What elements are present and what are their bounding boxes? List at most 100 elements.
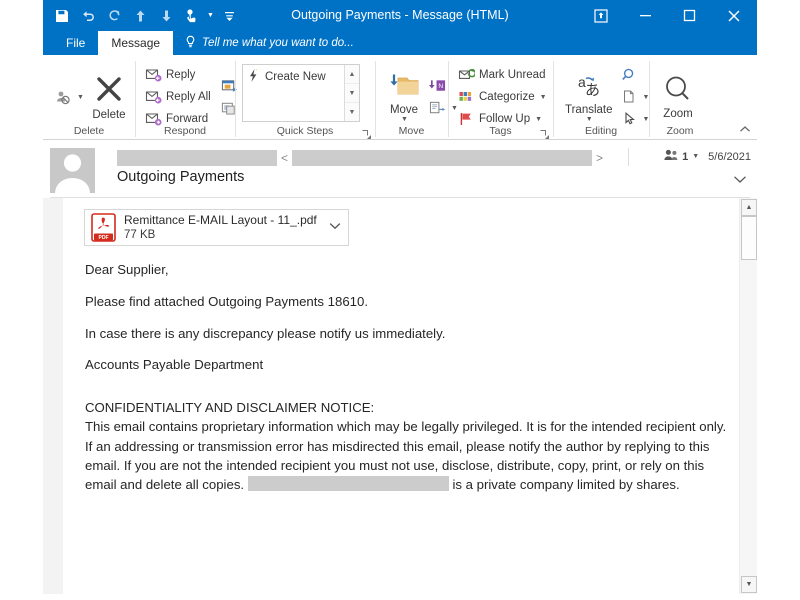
message-body: PDF Remittance E-MAIL Layout - 11_.pdf 7… [63,198,737,594]
ribbon-group-quick-steps: Create New ▲ ▼ ▼ Quick Steps [235,55,375,139]
select-button[interactable]: ▼ [618,87,653,108]
translate-button[interactable]: a あ Translate ▼ [560,70,618,125]
ignore-icon [55,89,72,106]
ribbon-group-label-delete: Delete [73,125,105,137]
undo-icon[interactable] [75,3,101,29]
reading-pane-left-gutter [43,198,63,594]
scrollbar-thumb[interactable] [741,216,757,260]
zoom-label: Zoom [663,108,693,120]
follow-up-chevron-down-icon[interactable]: ▼ [535,116,542,123]
zoom-button[interactable]: Zoom [656,72,700,122]
ribbon-group-label-respond: Respond [163,125,207,137]
move-chevron-down-icon[interactable]: ▼ [401,116,408,123]
reading-pane-scrollbar[interactable]: ▲ ▼ [739,198,757,594]
minimize-button[interactable] [623,0,667,31]
reply-all-label: Reply All [166,91,211,103]
message-header: < > 1 ▼ 5/6/2021 Outgoing Payments [43,140,757,198]
lightbulb-icon [185,35,196,51]
move-button[interactable]: Move ▼ [382,70,426,125]
tab-file[interactable]: File [53,31,98,55]
mark-unread-icon [458,67,475,84]
disclaimer-block: CONFIDENTIALITY AND DISCLAIMER NOTICE: T… [85,398,729,494]
collapse-ribbon-button[interactable] [739,124,751,139]
expand-header-chevron-down-icon[interactable] [733,173,747,187]
mark-unread-button[interactable]: Mark Unread [455,65,550,86]
delete-button[interactable]: Delete [87,71,131,123]
angle-bracket-open: < [281,150,289,165]
message-date: 5/6/2021 [708,150,751,163]
reading-pane: PDF Remittance E-MAIL Layout - 11_.pdf 7… [43,198,757,594]
maximize-button[interactable] [667,0,711,31]
save-icon[interactable] [49,3,75,29]
quick-step-create-new[interactable]: Create New [247,68,340,86]
translate-label: Translate [565,103,613,116]
tell-me-search[interactable]: Tell me what you want to do... [173,31,366,55]
redo-icon[interactable] [101,3,127,29]
reply-all-icon [145,89,162,106]
recipient-chevron-down-icon[interactable]: ▼ [692,153,699,160]
disclaimer-body: This email contains proprietary informat… [85,417,729,494]
touch-mouse-mode-icon[interactable] [179,3,205,29]
title-bar: ▼ Outgoing Payments - Message (HTML) [43,0,757,31]
email-body-text: Dear Supplier, Please find attached Outg… [85,261,729,494]
outlook-message-window: ▼ Outgoing Payments - Message (HTML) Fil… [43,0,757,596]
zoom-magnifier-icon [661,74,695,107]
previous-item-icon[interactable] [127,3,153,29]
body-line-1: Please find attached Outgoing Payments 1… [85,293,368,309]
reply-button[interactable]: Reply [142,65,214,86]
ribbon: ▼ Delete Delete Reply Reply All Forward … [43,55,757,139]
window-controls [579,0,757,31]
translate-chevron-down-icon[interactable]: ▼ [586,116,593,123]
tags-dialog-launcher-icon[interactable] [539,127,550,139]
ribbon-group-label-editing: Editing [584,125,618,137]
document-select-icon [621,89,638,106]
scroll-up-arrow-icon[interactable]: ▲ [741,199,757,216]
tab-message[interactable]: Message [98,31,174,55]
ribbon-group-respond: Reply Reply All Forward Respond [135,55,250,139]
header-meta: 1 ▼ 5/6/2021 [664,149,751,164]
body-signature: Accounts Payable Department [85,357,264,373]
next-item-icon[interactable] [153,3,179,29]
categorize-button[interactable]: Categorize ▼ [455,87,550,108]
ribbon-group-tags: Mark Unread Categorize ▼ Follow Up ▼ Tag… [448,55,553,139]
ignore-button[interactable]: ▼ [52,87,87,108]
quick-step-create-new-label: Create New [265,71,326,83]
ribbon-group-label-zoom: Zoom [666,125,694,137]
scroll-down-arrow-icon[interactable]: ▼ [741,576,757,593]
quick-steps-scroll-down-icon[interactable]: ▼ [345,83,359,102]
find-magnifier-icon [621,67,638,84]
quick-steps-scrollbar[interactable]: ▲ ▼ ▼ [344,65,359,121]
body-line-2: In case there is any discrepancy please … [85,325,446,341]
quick-steps-gallery[interactable]: Create New ▲ ▼ ▼ [242,64,360,122]
attachment-item[interactable]: PDF Remittance E-MAIL Layout - 11_.pdf 7… [84,209,349,246]
onenote-icon: N [429,78,446,95]
angle-bracket-close: > [596,150,604,165]
recipient-count: 1 [682,150,689,163]
quick-steps-dialog-launcher-icon[interactable] [361,127,372,139]
find-button[interactable] [618,65,653,86]
reply-all-button[interactable]: Reply All [142,87,214,108]
touch-mode-chevron-down-icon[interactable]: ▼ [205,3,216,29]
move-folder-icon [387,72,421,103]
ignore-chevron-down-icon[interactable]: ▼ [77,94,84,101]
ribbon-group-editing: a あ Translate ▼ ▼ ▼ Editing [553,55,649,139]
quick-steps-scroll-up-icon[interactable]: ▲ [345,65,359,83]
attachment-name: Remittance E-MAIL Layout - 11_.pdf [124,212,317,227]
avatar[interactable] [50,148,95,193]
customize-quick-access-toolbar-icon[interactable] [216,3,242,29]
company-name-redacted [247,475,449,491]
svg-text:あ: あ [585,81,600,99]
recipient-count-button[interactable]: 1 ▼ [664,149,699,164]
move-label: Move [389,103,419,116]
ribbon-group-move: Move ▼ N ▼ Move [375,55,458,139]
attachment-chevron-down-icon[interactable] [329,222,341,233]
attachment-size: 77 KB [124,228,156,241]
close-button[interactable] [711,0,757,31]
categorize-label: Categorize [479,91,535,103]
people-icon [664,149,679,164]
categorize-chevron-down-icon[interactable]: ▼ [540,94,547,101]
ribbon-display-options-button[interactable] [579,0,623,31]
quick-access-toolbar: ▼ [43,0,242,31]
sender-row: < > [117,149,749,166]
quick-steps-more-icon[interactable]: ▼ [345,102,359,121]
